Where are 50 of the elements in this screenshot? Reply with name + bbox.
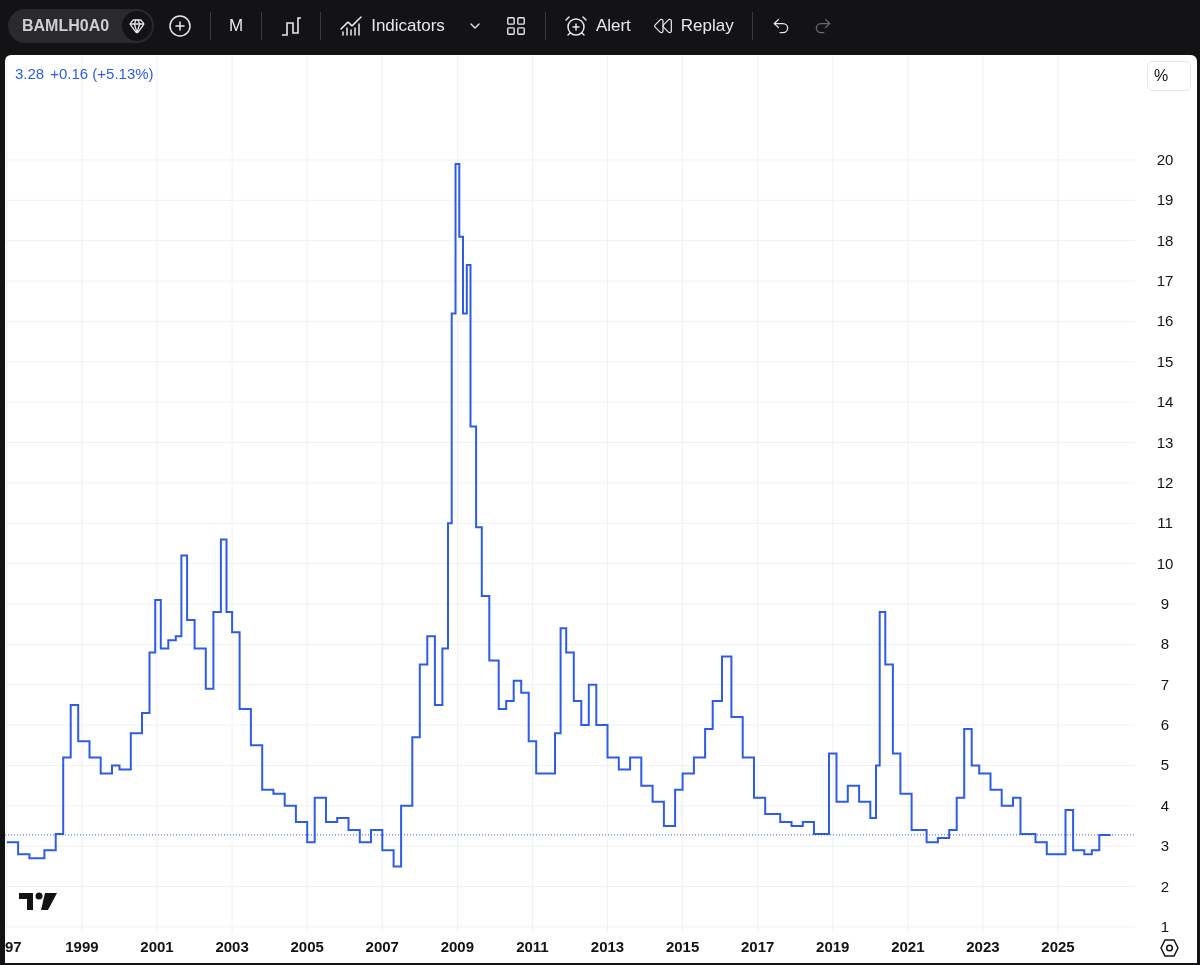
date-label: 2011: [516, 938, 549, 955]
date-label: 2003: [215, 938, 249, 955]
date-label: 2013: [590, 938, 625, 955]
price-label: 4: [1160, 796, 1170, 814]
date-label: 2015: [665, 938, 700, 955]
price-label: 15: [1156, 352, 1174, 370]
price-label: 19: [1156, 191, 1174, 209]
chart-icon[interactable]: [339, 14, 364, 38]
alarm-clock-icon[interactable]: [563, 14, 588, 38]
date-label: 2007: [365, 938, 399, 955]
rewind-icon[interactable]: [652, 16, 673, 36]
price-label: 1: [1160, 917, 1170, 935]
price-label: 13: [1156, 433, 1174, 451]
date-label: 97: [5, 938, 22, 955]
date-label: 2025: [1041, 938, 1075, 955]
price-label: 11: [1157, 514, 1173, 532]
date-label: 2009: [440, 938, 475, 955]
date-label: 2017: [741, 938, 775, 955]
alert-button[interactable]: Alert: [555, 8, 639, 44]
price-label: 7: [1160, 675, 1170, 693]
replay-button[interactable]: Replay: [644, 10, 742, 42]
price-label: 8: [1160, 635, 1170, 653]
interval-button[interactable]: M: [221, 10, 252, 42]
date-label: 2005: [290, 938, 324, 955]
price-label: 9: [1160, 595, 1170, 612]
indicators-button[interactable]: Indicators: [331, 8, 453, 44]
plus-circle-icon[interactable]: [168, 14, 192, 38]
last-value: 3.28: [15, 65, 45, 82]
unit-button[interactable]: %: [1147, 61, 1191, 91]
date-label: 1999: [65, 938, 99, 955]
step-line-icon[interactable]: [280, 15, 303, 37]
settings-icon[interactable]: [1160, 939, 1179, 957]
date-label: 2001: [140, 938, 174, 955]
date-label: 2021: [891, 938, 925, 955]
price-label: 20: [1156, 150, 1174, 168]
price-label: 5: [1160, 756, 1170, 774]
date-label: 2019: [816, 938, 850, 955]
price-label: 6: [1160, 716, 1170, 734]
price-label: 10: [1156, 554, 1174, 572]
symbol-field[interactable]: BAMLH0A0: [8, 9, 154, 43]
price-label: 3: [1160, 837, 1170, 855]
logo-icon: [19, 892, 57, 910]
price-label: 2: [1160, 877, 1170, 895]
price-label: 18: [1156, 231, 1174, 249]
date-label: 2023: [966, 938, 1000, 955]
change-value: +0.16 (+5.13%): [50, 65, 154, 82]
price-label: 16: [1156, 312, 1174, 330]
price-label: 14: [1156, 393, 1174, 411]
price-label: 17: [1156, 272, 1174, 290]
price-label: 12: [1156, 473, 1174, 491]
